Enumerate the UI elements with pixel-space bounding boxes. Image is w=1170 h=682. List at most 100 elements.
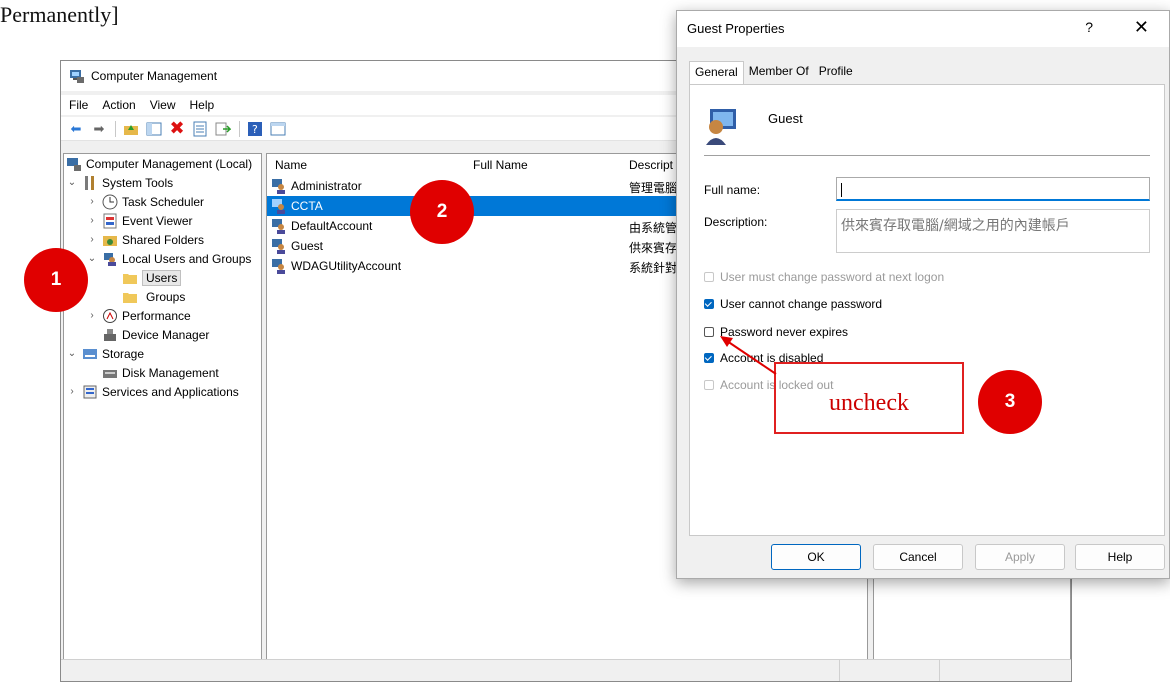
column-header-name[interactable]: Name <box>275 158 307 172</box>
properties-icon[interactable] <box>191 120 209 138</box>
general-tab-panel: Guest Full name: Description: 供來賓存取電腦/網域… <box>689 84 1165 536</box>
guest-properties-dialog: Guest Properties ? ✕ General Member Of P… <box>676 10 1170 579</box>
console-view-icon[interactable] <box>269 120 287 138</box>
tree-label: Local Users and Groups <box>122 251 252 266</box>
checkbox-cannot-change-password[interactable]: User cannot change password <box>704 295 882 313</box>
chevron-right-icon[interactable]: › <box>86 196 98 207</box>
description-label: Description: <box>704 215 768 229</box>
tab-general[interactable]: General <box>689 61 744 85</box>
tree-item-shared-folders[interactable]: › Shared Folders <box>86 230 204 249</box>
tree-label: Performance <box>122 308 191 323</box>
menu-view[interactable]: View <box>150 98 176 112</box>
user-name: DefaultAccount <box>291 219 373 233</box>
heading-fragment: Permanently] <box>0 2 119 27</box>
computer-management-icon <box>67 157 81 171</box>
tree-item-storage[interactable]: ⌄ Storage <box>66 344 144 363</box>
text-cursor <box>841 182 842 197</box>
menu-file[interactable]: File <box>69 98 88 112</box>
help-button[interactable]: Help <box>1075 544 1165 570</box>
tree-label: Users <box>142 269 182 286</box>
tree-item-users[interactable]: Users <box>122 268 182 287</box>
show-hide-tree-icon[interactable] <box>145 120 163 138</box>
tree-item-groups[interactable]: Groups <box>122 287 185 306</box>
checkbox-label: Password never expires <box>720 325 849 339</box>
checkbox-box[interactable] <box>704 327 714 337</box>
column-header-description[interactable]: Descript <box>629 158 673 172</box>
user-name: Administrator <box>291 179 362 193</box>
tree-label: Disk Management <box>122 365 219 380</box>
help-icon[interactable]: ? <box>246 120 264 138</box>
user-name: WDAGUtilityAccount <box>291 259 402 273</box>
menu-action[interactable]: Action <box>102 98 135 112</box>
checkbox-box[interactable] <box>704 380 714 390</box>
step-badge-1: 1 <box>24 248 88 312</box>
chevron-right-icon[interactable]: › <box>86 234 98 245</box>
forward-arrow-icon[interactable]: ➡ <box>90 120 108 138</box>
tab-member-of[interactable]: Member Of <box>744 61 814 85</box>
apply-button[interactable]: Apply <box>975 544 1065 570</box>
uncheck-note: uncheck <box>774 362 964 434</box>
step-badge-2: 2 <box>410 180 474 244</box>
user-icon <box>272 199 285 214</box>
dialog-tabs: General Member Of Profile <box>689 61 858 85</box>
chevron-right-icon[interactable]: › <box>66 386 78 397</box>
tools-icon <box>85 175 94 190</box>
chevron-down-icon[interactable]: ⌄ <box>66 348 78 359</box>
disk-icon <box>103 369 117 378</box>
tree-item-services-applications[interactable]: › Services and Applications <box>66 382 238 401</box>
tree-label: Computer Management (Local) <box>86 156 253 171</box>
column-header-full-name[interactable]: Full Name <box>473 158 528 172</box>
tree-label: Device Manager <box>122 327 210 342</box>
svg-text:?: ? <box>252 123 258 136</box>
help-button[interactable]: ? <box>1085 19 1093 35</box>
chevron-right-icon[interactable]: › <box>86 310 98 321</box>
checkbox-label: User cannot change password <box>720 297 883 311</box>
checkbox-must-change-password[interactable]: User must change password at next logon <box>704 268 944 286</box>
computer-management-icon <box>70 70 84 83</box>
tree-item-task-scheduler[interactable]: › Task Scheduler <box>86 192 204 211</box>
status-cell <box>939 660 940 681</box>
ok-button[interactable]: OK <box>771 544 861 570</box>
description-input[interactable]: 供來賓存取電腦/網域之用的內建帳戶 <box>836 209 1150 253</box>
chevron-right-icon[interactable]: › <box>86 215 98 226</box>
user-icon <box>272 259 285 274</box>
delete-icon[interactable]: ✖ <box>168 118 186 138</box>
tree-label: Storage <box>102 346 145 361</box>
tab-profile[interactable]: Profile <box>814 61 858 85</box>
close-icon[interactable]: ✕ <box>1134 17 1149 38</box>
status-bar <box>61 659 1071 681</box>
console-tree: Computer Management (Local) ⌄ System Too… <box>63 153 262 661</box>
tree-item-event-viewer[interactable]: › Event Viewer <box>86 211 192 230</box>
chevron-down-icon[interactable]: ⌄ <box>66 177 78 188</box>
user-name: Guest <box>291 239 324 253</box>
full-name-input[interactable] <box>836 177 1150 201</box>
tree-label: Shared Folders <box>122 232 205 247</box>
up-folder-icon[interactable] <box>122 120 140 138</box>
device-manager-icon <box>104 328 116 341</box>
toolbar-separator <box>115 120 116 137</box>
cancel-button[interactable]: Cancel <box>873 544 963 570</box>
shared-folder-icon <box>103 235 117 246</box>
export-list-icon[interactable] <box>214 120 232 138</box>
checkbox-box[interactable] <box>704 299 714 309</box>
tree-item-performance[interactable]: › Performance <box>86 306 191 325</box>
chevron-down-icon[interactable]: ⌄ <box>86 253 98 264</box>
tree-item-local-users-groups[interactable]: ⌄ Local Users and Groups <box>86 249 251 268</box>
back-arrow-icon[interactable]: ⬅ <box>67 120 85 138</box>
tree-item-device-manager[interactable]: Device Manager <box>102 325 209 344</box>
tree-item-disk-management[interactable]: Disk Management <box>102 363 219 382</box>
user-description: 系統針對 <box>629 261 678 275</box>
user-description: 管理電腦 <box>629 181 678 195</box>
checkbox-box[interactable] <box>704 353 714 363</box>
user-name: CCTA <box>291 199 323 213</box>
user-name-heading: Guest <box>768 111 803 126</box>
checkbox-password-never-expires[interactable]: Password never expires <box>704 323 848 341</box>
user-icon <box>272 219 285 234</box>
checkbox-box[interactable] <box>704 272 714 282</box>
tree-item-computer-management[interactable]: Computer Management (Local) <box>66 154 252 173</box>
folder-icon <box>123 273 137 284</box>
tree-item-system-tools[interactable]: ⌄ System Tools <box>66 173 173 192</box>
step-badge-3: 3 <box>978 370 1042 434</box>
menu-help[interactable]: Help <box>190 98 215 112</box>
tree-label: Task Scheduler <box>122 194 205 209</box>
